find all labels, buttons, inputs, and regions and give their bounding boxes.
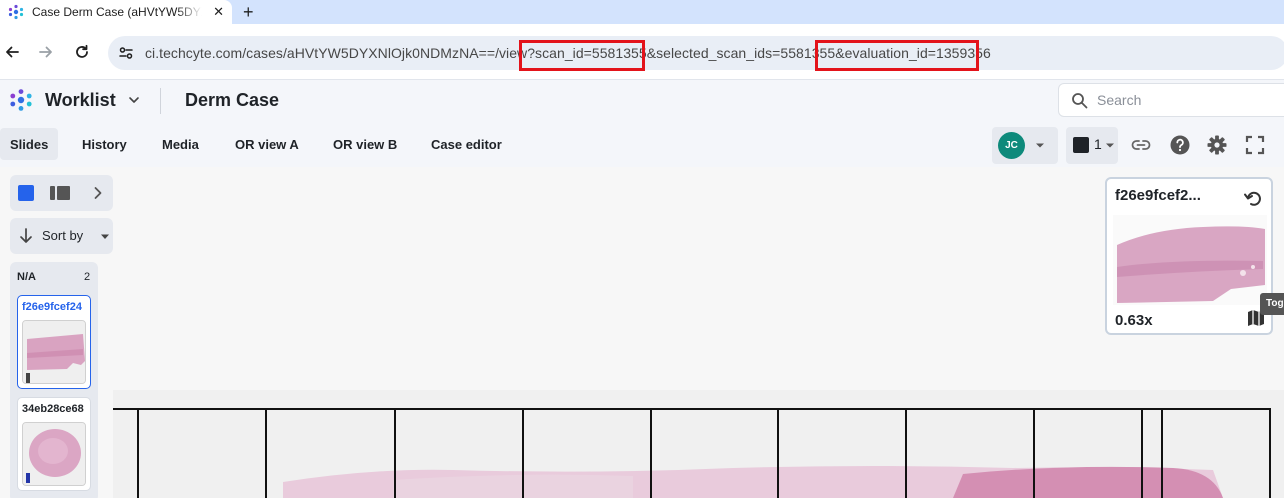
scan-id-highlight-box: [519, 40, 645, 71]
slide-thumbnail: [22, 422, 86, 486]
link-icon[interactable]: [1130, 134, 1152, 156]
view-mode-toggle[interactable]: [10, 175, 113, 211]
tab-media[interactable]: Media: [152, 128, 209, 160]
tile-grid-line: [113, 408, 1271, 410]
reload-icon[interactable]: [72, 42, 92, 62]
tab-history[interactable]: History: [72, 128, 137, 160]
case-tabs: Slides History Media OR view A OR view B…: [0, 121, 1284, 167]
tile-grid-line: [1033, 408, 1035, 498]
sort-by-dropdown[interactable]: Sort by: [10, 218, 113, 254]
tile-grid-line: [394, 408, 396, 498]
slide-overview-panel[interactable]: f26e9fcef2... 0.63x: [1105, 177, 1273, 335]
avatar[interactable]: JC: [998, 132, 1025, 159]
group-label: N/A: [17, 271, 36, 283]
browser-tab[interactable]: Case Derm Case (aHVtYW5DYXNlOjk0NDMzNA==…: [0, 0, 232, 24]
techcyte-favicon-icon: [8, 4, 24, 20]
color-square-icon: [1073, 137, 1089, 153]
arrow-down-icon: [20, 228, 32, 243]
caret-down-icon: [101, 234, 109, 239]
tile-grid-line: [137, 408, 139, 498]
techcyte-logo-icon[interactable]: [9, 88, 33, 112]
slide-card[interactable]: 34eb28ce68: [17, 397, 91, 491]
tab-slides[interactable]: Slides: [0, 128, 59, 160]
new-tab-button[interactable]: +: [243, 1, 254, 23]
slide-thumbnail: [22, 320, 86, 384]
tile-grid-line: [522, 408, 524, 498]
header-divider: [160, 88, 161, 114]
browser-tab-strip: Case Derm Case (aHVtYW5DYXNlOjk0NDMzNA==…: [0, 0, 1284, 24]
caret-down-icon[interactable]: [1104, 142, 1116, 150]
tab-or-view-a[interactable]: OR view A: [225, 128, 309, 160]
tab-or-view-b[interactable]: OR view B: [323, 128, 407, 160]
overview-title: f26e9fcef2...: [1115, 187, 1201, 204]
help-icon[interactable]: [1169, 134, 1191, 156]
tile-grid-line: [1161, 408, 1163, 498]
fullscreen-icon[interactable]: [1244, 134, 1266, 156]
slide-viewer[interactable]: Sort by N/A 2 f26e9fcef24 34eb28ce68 f26…: [0, 167, 1284, 498]
worklist-menu[interactable]: Worklist: [45, 90, 116, 111]
evaluation-id-highlight-box: [815, 40, 979, 71]
slide-group: N/A 2 f26e9fcef24 34eb28ce68: [10, 262, 98, 498]
single-view-icon[interactable]: [18, 185, 34, 201]
tile-grid-line: [265, 408, 267, 498]
site-settings-icon[interactable]: [118, 45, 134, 61]
slide-name: 34eb28ce68: [22, 403, 84, 415]
search-icon: [1072, 93, 1088, 109]
tile-grid-line: [777, 408, 779, 498]
tile-grid-line: [1269, 408, 1271, 498]
tile-grid-line: [905, 408, 907, 498]
chevron-right-icon[interactable]: [92, 186, 104, 200]
gear-icon[interactable]: [1206, 134, 1228, 156]
caret-down-icon[interactable]: [1034, 142, 1046, 150]
slide-count-label: 1: [1094, 136, 1102, 152]
app-header: Worklist Derm Case: [0, 79, 1284, 121]
search-box[interactable]: [1058, 83, 1284, 117]
case-title: Derm Case: [185, 90, 280, 110]
browser-tab-title: Case Derm Case (aHVtYW5DYXNlOjk0NDMzNA==…: [32, 5, 202, 19]
forward-arrow-icon[interactable]: [36, 42, 56, 62]
group-count: 2: [84, 271, 91, 283]
zoom-level: 0.63x: [1115, 312, 1153, 329]
browser-toolbar: ci.techcyte.com/cases/aHVtYW5DYXNlOjk0ND…: [0, 24, 1284, 79]
split-view-icon[interactable]: [50, 186, 70, 200]
reset-rotation-icon[interactable]: [1241, 187, 1265, 211]
sort-by-label: Sort by: [42, 228, 84, 243]
tab-case-editor[interactable]: Case editor: [421, 128, 512, 160]
toggle-tooltip: Tog: [1260, 293, 1284, 315]
slide-image[interactable]: [113, 390, 1284, 498]
tile-grid-line: [650, 408, 652, 498]
slide-card[interactable]: f26e9fcef24: [17, 295, 91, 389]
overview-thumbnail[interactable]: [1113, 215, 1267, 305]
chevron-down-icon[interactable]: [128, 94, 140, 106]
back-arrow-icon[interactable]: [2, 42, 22, 62]
address-bar[interactable]: ci.techcyte.com/cases/aHVtYW5DYXNlOjk0ND…: [108, 36, 1284, 70]
search-input[interactable]: [1097, 90, 1277, 110]
tile-grid-line: [1141, 408, 1143, 498]
slide-name: f26e9fcef24: [22, 301, 82, 313]
close-tab-icon[interactable]: ✕: [213, 3, 224, 21]
